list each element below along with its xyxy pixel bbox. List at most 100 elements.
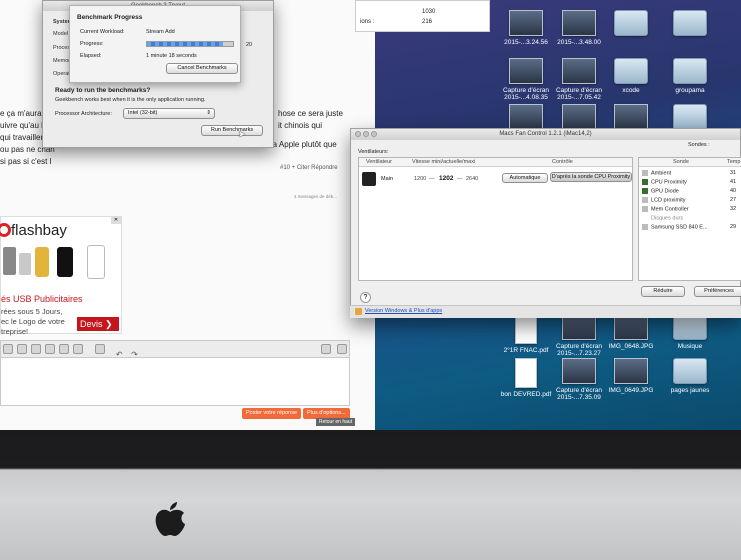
flashbay-ad[interactable]: ✕ flashbay és USB Publicitaires rées sou… (0, 216, 122, 336)
pdf-icon (515, 314, 537, 344)
sensor-control-button[interactable]: D'après la sonde CPU Proximity (550, 172, 632, 182)
sensor-row[interactable]: Ambient 31 (642, 170, 741, 179)
usb-key-icon (87, 245, 105, 279)
sensor-name: LCD proximity (651, 197, 686, 204)
fan-icon (362, 172, 376, 186)
screen: 2015-...3.24.56 2015-...3.48.00 Capture d'… (0, 0, 741, 430)
desktop-icon-label: pages jaunes (670, 387, 710, 394)
sensor-icon (642, 170, 648, 176)
fan-max: 2640 (466, 176, 479, 182)
sensor-row[interactable]: Samsung SSD 840 E... 29 (642, 224, 741, 233)
desktop-icon-label: groupama (675, 87, 705, 94)
image-file-icon (562, 10, 596, 36)
sensor-row[interactable]: GPU Diode 40 (642, 188, 741, 197)
post-right-line-0: hose ce sera juste (278, 109, 343, 118)
benchmark-progress-sheet: Benchmark Progress Current Workload: Str… (69, 5, 252, 83)
fan-dash-icon: — (457, 176, 463, 182)
folder-icon (673, 104, 707, 130)
ad-line-3: ec le Logo de votre (1, 317, 65, 326)
imac-bezel (0, 430, 741, 560)
desktop-icon[interactable]: xcode (600, 58, 662, 94)
sensor-icon (642, 224, 648, 230)
smiley-icon[interactable] (3, 344, 13, 354)
mouse-pointer-icon: ➤ (238, 129, 246, 139)
image-file-icon (614, 104, 648, 130)
desktop-icon[interactable]: IMG_0648.JPG (600, 314, 662, 350)
sensor-icon (642, 197, 648, 203)
sensor-row[interactable]: CPU Proximity 41 (642, 179, 741, 188)
desktop-icon-label: IMG_0649.JPG (608, 387, 654, 394)
sensor-icon (642, 179, 648, 185)
flashbay-logo-icon (0, 223, 11, 237)
sensor-row[interactable]: Mem Controller 32 (642, 206, 741, 215)
link-icon[interactable] (45, 344, 55, 354)
architecture-select[interactable]: Intel (32-bit) ⇕ (123, 108, 215, 119)
desktop-icon[interactable] (659, 10, 721, 39)
preferences-button[interactable]: Préférences (694, 286, 741, 297)
elapsed-label: Elapsed: (80, 53, 102, 59)
back-to-top-button[interactable]: Retour en haut (316, 418, 356, 426)
clear-format-icon[interactable] (321, 344, 331, 354)
sensors-panel: Sonde Temp Ambient 31 CPU Proximity 41 GPU D… (638, 157, 741, 281)
image-file-icon (509, 104, 543, 130)
desktop-icon[interactable]: pages jaunes (659, 358, 721, 394)
benchmark-progress-bar (146, 41, 234, 47)
sensors-header-row (639, 158, 741, 167)
table-icon[interactable] (73, 344, 83, 354)
reduce-button[interactable]: Réduire (641, 286, 685, 297)
folder-icon (614, 58, 648, 84)
fans-header: Ventilateurs: (358, 149, 389, 155)
ad-quote-button[interactable]: Devis ❯ (77, 317, 119, 331)
run-benchmarks-button[interactable]: Run Benchmarks (201, 125, 263, 136)
zoom-window-icon[interactable] (371, 131, 377, 137)
col-control: Contrôle (552, 159, 573, 165)
fan-name: Main (381, 176, 393, 182)
usb-key-icon (3, 247, 16, 275)
desktop-icon[interactable] (600, 10, 662, 39)
info-table: 1030 ions : 216 (355, 0, 490, 32)
post-actions[interactable]: #10 + Citer Répondre (280, 165, 338, 171)
minimize-window-icon[interactable] (363, 131, 369, 137)
reply-editor[interactable] (0, 358, 350, 406)
sensor-temp: 29 (730, 224, 737, 230)
workload-value: Stream Add (146, 29, 175, 35)
fans-header-row (359, 158, 632, 167)
sensor-temp: 41 (730, 179, 737, 185)
windows-version-link[interactable]: Version Windows & Plus d'apps (365, 308, 442, 314)
ad-line-1: és USB Publicitaires (1, 294, 83, 304)
cancel-benchmarks-button[interactable]: Cancel Benchmarks (166, 63, 238, 74)
sensor-row[interactable]: Disques durs (642, 215, 741, 224)
close-window-icon[interactable] (355, 131, 361, 137)
arch-label: Processor Architecture: (55, 111, 112, 117)
info-row-label-1: ions : (360, 19, 375, 25)
fan-current: 1202 (439, 175, 454, 182)
automatic-button[interactable]: Automatique (502, 173, 548, 183)
sensor-name: Mem Controller (651, 206, 689, 213)
sensor-name: CPU Proximity (651, 179, 687, 186)
post-reply-button[interactable]: Poster votre réponse (242, 408, 302, 419)
desktop-icon[interactable]: groupama (659, 58, 721, 94)
source-icon[interactable] (337, 344, 347, 354)
image-file-icon (614, 358, 648, 384)
ad-brand: flashbay (11, 222, 67, 239)
ad-close-icon[interactable]: ✕ (111, 217, 121, 224)
ad-line-4: treprise! (1, 327, 29, 336)
image-icon[interactable] (17, 344, 27, 354)
sensor-row[interactable]: LCD proximity 27 (642, 197, 741, 206)
save-icon[interactable] (95, 344, 106, 354)
pdf-icon (515, 358, 537, 388)
sensors-header: Sondes : (688, 142, 710, 148)
arch-value: Intel (32-bit) (128, 110, 158, 116)
unlink-icon[interactable] (59, 344, 69, 354)
ready-text: Geekbench works best when it is the only… (55, 97, 206, 103)
image-file-icon (562, 58, 596, 84)
sensor-name: GPU Diode (651, 188, 679, 195)
post-right-line-1: it chinois qui (278, 121, 323, 130)
side-number: 20 (246, 42, 253, 48)
elapsed-value: 1 minute 18 seconds (146, 53, 197, 59)
help-button[interactable]: ? (360, 292, 371, 303)
desktop-icon[interactable]: Musique (659, 314, 721, 350)
media-icon[interactable] (31, 344, 41, 354)
chevron-updown-icon: ⇕ (206, 110, 211, 116)
desktop-icon[interactable]: IMG_0649.JPG (600, 358, 662, 394)
